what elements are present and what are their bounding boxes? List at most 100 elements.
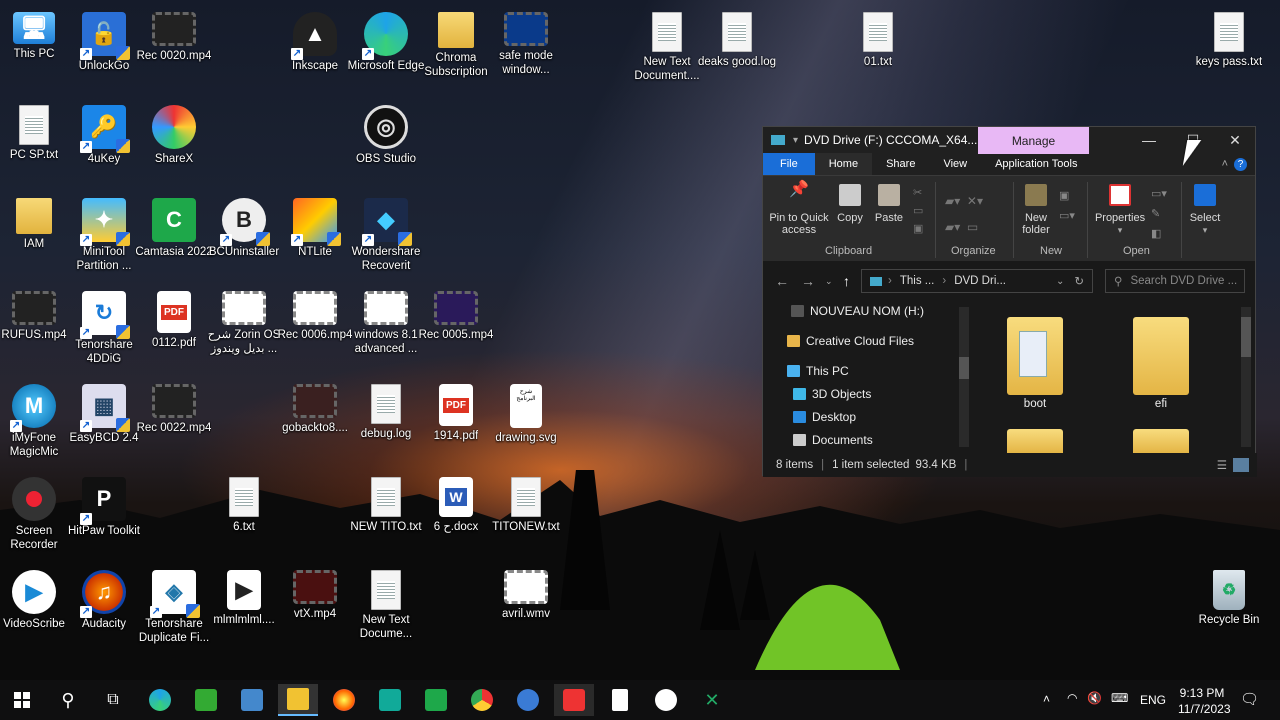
desktop-icon-avril[interactable]: avril.wmv: [487, 564, 565, 652]
nav-item-3d-objects[interactable]: 3D Objects: [793, 384, 871, 404]
desktop-icon-6-txt[interactable]: 6.txt: [205, 471, 283, 559]
back-arrow-icon[interactable]: ←: [775, 273, 789, 289]
taskbar-notepad[interactable]: [600, 684, 640, 716]
desktop-icon-imyfone[interactable]: MiMyFone MagicMic: [0, 378, 73, 466]
select-button[interactable]: Select ▾: [1187, 184, 1223, 236]
quick-access-toolbar-icon[interactable]: ▾: [793, 135, 798, 146]
large-icons-view-icon[interactable]: [1233, 458, 1249, 472]
taskbar-app[interactable]: [554, 684, 594, 716]
taskbar-chrome[interactable]: [462, 684, 502, 716]
file-item-boot[interactable]: boot: [1007, 317, 1063, 410]
desktop-icon-unlockgo[interactable]: 🔓UnlockGo: [65, 6, 143, 94]
new-item-icons[interactable]: ▣ ▭▾: [1059, 186, 1075, 226]
clipboard-small-icons[interactable]: ✂ ▭ ▣: [913, 184, 923, 238]
open-icons[interactable]: ▭▾ ✎ ◧: [1151, 184, 1167, 244]
new-folder-button[interactable]: New folder: [1019, 184, 1053, 236]
taskbar-app[interactable]: [186, 684, 226, 716]
desktop-icon-safe-mode[interactable]: safe mode window...: [487, 6, 565, 94]
desktop-icon-screen-recorder[interactable]: Screen Recorder: [0, 471, 73, 559]
breadcrumb-this-pc[interactable]: This ...: [900, 275, 935, 287]
clock[interactable]: 9:13 PM 11/7/2023: [1178, 685, 1231, 717]
forward-arrow-icon[interactable]: →: [801, 273, 815, 289]
desktop-icon-audacity[interactable]: ♫Audacity: [65, 564, 143, 652]
copy-button[interactable]: Copy: [835, 184, 865, 224]
desktop-icon-1914-pdf[interactable]: PDF 1914.pdf: [417, 378, 495, 466]
desktop-icon-videoscribe[interactable]: ▶ VideoScribe: [0, 564, 73, 652]
refresh-icon[interactable]: ↻: [1074, 274, 1084, 288]
details-view-icon[interactable]: ☰: [1217, 458, 1227, 472]
desktop-icon-iam[interactable]: IAM: [0, 192, 73, 280]
desktop-icon-new-text-doc[interactable]: New Text Document....: [628, 6, 706, 94]
address-dropdown-icon[interactable]: ⌄: [1056, 276, 1064, 287]
desktop-icon-this-pc[interactable]: 🖥 This PC: [0, 6, 73, 94]
desktop-icon-new-text-doc2[interactable]: New Text Docume...: [347, 564, 425, 652]
desktop-icon-chroma[interactable]: Chroma Subscription: [417, 6, 495, 94]
desktop-icon-inkscape[interactable]: ▲Inkscape: [276, 6, 354, 94]
taskbar-edge[interactable]: [140, 684, 180, 716]
pin-quick-access-button[interactable]: 📌 Pin to Quick access: [769, 182, 829, 237]
desktop-icon-rec0020[interactable]: Rec 0020.mp4: [135, 6, 213, 94]
file-item-efi[interactable]: efi: [1133, 317, 1189, 410]
organize-icons[interactable]: ▰▾ ✕▾ ▰▾ ▭: [945, 188, 983, 240]
taskbar-videoscribe[interactable]: [646, 684, 686, 716]
desktop-icon-rec0005[interactable]: Rec 0005.mp4: [417, 285, 495, 373]
keyboard-icon[interactable]: ⌨: [1111, 691, 1128, 705]
desktop-icon-camtasia[interactable]: C Camtasia 2022: [135, 192, 213, 280]
desktop-icon-mlml[interactable]: ▶ mlmlmlml....: [205, 564, 283, 652]
desktop-icon-hitpaw[interactable]: PHitPaw Toolkit: [65, 471, 143, 559]
start-button[interactable]: [2, 684, 42, 716]
search-box[interactable]: ⚲ Search DVD Drive ...: [1105, 269, 1245, 293]
task-view-button[interactable]: ⧉: [93, 684, 133, 716]
help-icon[interactable]: ?: [1234, 153, 1255, 175]
volume-icon[interactable]: 🔇: [1087, 691, 1102, 705]
collapse-ribbon-icon[interactable]: ˄: [1216, 153, 1234, 175]
desktop-icon-4ddig[interactable]: ↻Tenorshare 4DDiG: [65, 285, 143, 373]
desktop-icon-recycle-bin[interactable]: ♻ Recycle Bin: [1190, 564, 1268, 652]
desktop-icon-edge[interactable]: Microsoft Edge: [347, 6, 425, 94]
desktop-icon-keys-pass[interactable]: keys pass.txt: [1190, 6, 1268, 94]
recent-locations-icon[interactable]: ⌄: [825, 276, 833, 287]
desktop-icon-ntlite[interactable]: NTLite: [276, 192, 354, 280]
nav-item-creative-cloud[interactable]: Creative Cloud Files: [787, 331, 914, 351]
desktop-icon-rec0006[interactable]: Rec 0006.mp4: [276, 285, 354, 373]
desktop-icon-0112-pdf[interactable]: PDF 0112.pdf: [135, 285, 213, 373]
network-icon[interactable]: ◠: [1067, 691, 1077, 705]
desktop-icon-vtx[interactable]: vtX.mp4: [276, 564, 354, 652]
desktop-icon-easybcd[interactable]: ▦EasyBCD 2.4: [65, 378, 143, 466]
folder-icon[interactable]: [1133, 429, 1189, 453]
desktop-icon-01-txt[interactable]: 01.txt: [839, 6, 917, 94]
desktop-icon-obs[interactable]: ◎ OBS Studio: [347, 99, 425, 187]
tab-application-tools[interactable]: Application Tools: [981, 153, 1091, 175]
breadcrumb-dvd-drive[interactable]: DVD Dri...: [954, 275, 1006, 287]
desktop-icon-rec0022[interactable]: Rec 0022.mp4: [135, 378, 213, 466]
desktop-icon-gobackto8[interactable]: gobackto8....: [276, 378, 354, 466]
properties-button[interactable]: Properties ▾: [1095, 184, 1145, 236]
folder-icon[interactable]: [1007, 429, 1063, 453]
desktop-icon-new-tito[interactable]: NEW TITO.txt: [347, 471, 425, 559]
desktop-icon-deaks-log[interactable]: deaks good.log: [698, 6, 776, 94]
tab-view[interactable]: View: [929, 153, 981, 175]
paste-button[interactable]: Paste: [873, 184, 905, 224]
desktop-icon-recoverit[interactable]: ◆Wondershare Recoverit: [347, 192, 425, 280]
manage-tab[interactable]: Manage: [978, 127, 1089, 154]
taskbar-qbittorrent[interactable]: [508, 684, 548, 716]
notification-icon[interactable]: 🗨: [1240, 690, 1259, 708]
nav-item-this-pc[interactable]: This PC: [787, 361, 849, 381]
nav-item-desktop[interactable]: Desktop: [793, 407, 856, 427]
desktop-icon-drawing-svg[interactable]: شرح البرنامج drawing.svg: [487, 378, 565, 466]
desktop-icon-bcuninstaller[interactable]: BBCUninstaller: [205, 192, 283, 280]
show-hidden-icons[interactable]: ˄: [1043, 692, 1050, 706]
nav-scrollbar[interactable]: [959, 307, 969, 447]
desktop-icon-pc-sp[interactable]: PC SP.txt: [0, 99, 73, 187]
taskbar-app[interactable]: [232, 684, 272, 716]
taskbar-firefox[interactable]: [324, 684, 364, 716]
address-bar[interactable]: › This ... › DVD Dri... ⌄ ↻: [861, 269, 1093, 293]
title-bar[interactable]: ▾ DVD Drive (F:) CCCOMA_X64... Manage — …: [763, 127, 1255, 154]
tab-file[interactable]: File: [763, 153, 815, 175]
up-arrow-icon[interactable]: ↑: [843, 273, 850, 289]
file-list-scrollbar[interactable]: [1241, 307, 1251, 447]
desktop-icon-4ukey[interactable]: 🔑4uKey: [65, 99, 143, 187]
search-button[interactable]: ⚲: [48, 684, 88, 716]
nav-item-nouveau-nom[interactable]: NOUVEAU NOM (H:): [791, 301, 924, 321]
nav-item-documents[interactable]: Documents: [793, 430, 873, 450]
